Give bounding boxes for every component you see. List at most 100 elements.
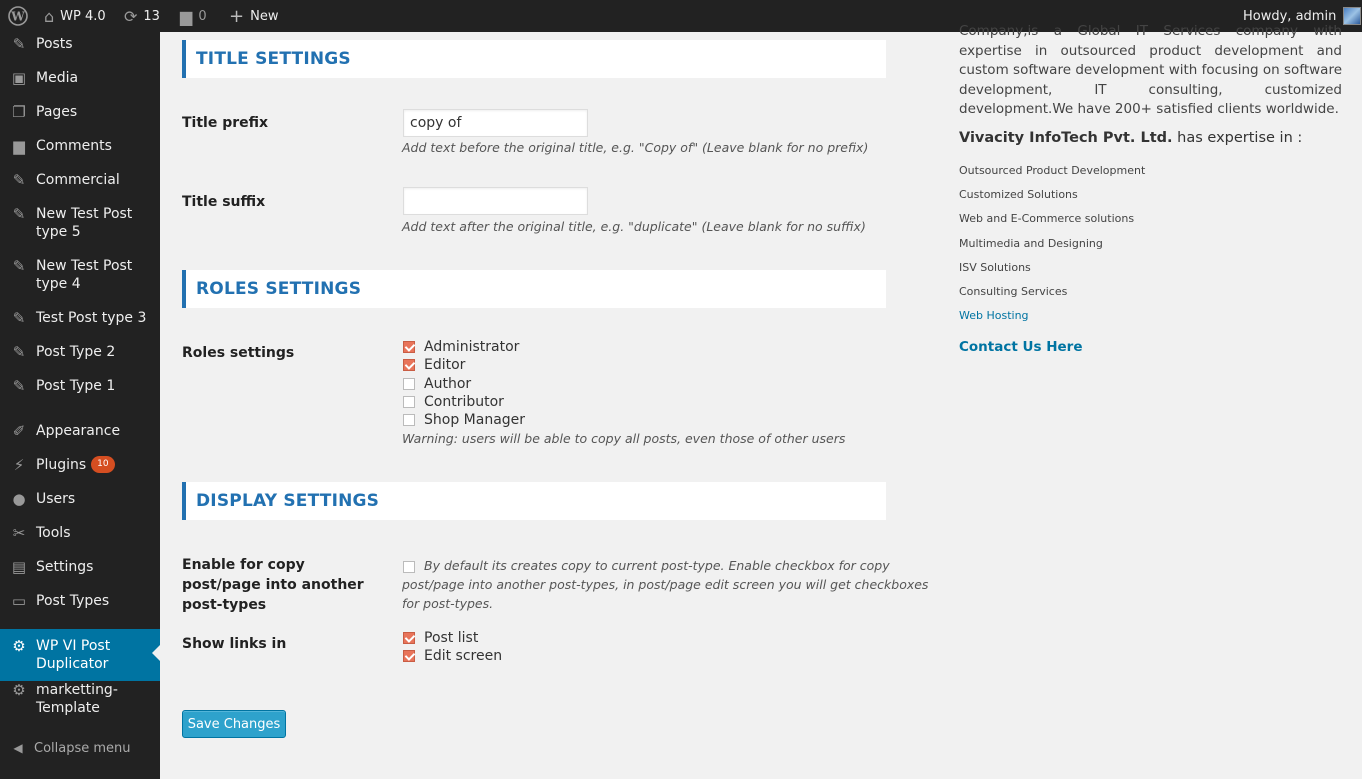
gear-icon: ⚙	[12, 681, 26, 699]
pages-icon: ❐	[12, 103, 26, 121]
sidebar-item-wp-vi-post-duplicator[interactable]: ⚙ WP VI Post Duplicator	[0, 629, 160, 681]
contributor-label: Contributor	[424, 393, 504, 410]
post-list-checkbox[interactable]	[403, 632, 415, 644]
updates-count: 13	[143, 8, 160, 24]
comment-bubble-icon: ▆	[180, 6, 193, 26]
roles-settings-header: ROLES SETTINGS	[182, 270, 886, 308]
sidebar-item-label: Appearance	[36, 423, 121, 439]
title-settings-header: TITLE SETTINGS	[182, 40, 886, 78]
author-label: Author	[424, 375, 472, 392]
sidebar-item-label: Tools	[36, 525, 71, 541]
sidebar-item-comments[interactable]: ▆ Comments	[0, 137, 160, 171]
service-item: Web and E-Commerce solutions	[959, 212, 1135, 226]
pin-icon: ✎	[12, 35, 26, 53]
sidebar-item-label: Test Post type 3	[36, 310, 147, 326]
plus-icon: +	[229, 5, 245, 27]
shop-manager-option[interactable]: Shop Manager	[403, 411, 525, 429]
expertise-text: has expertise in :	[1172, 130, 1303, 146]
plugins-update-badge: 10	[91, 456, 115, 473]
sidebar-item-media[interactable]: ▣ Media	[0, 69, 160, 103]
edit-screen-checkbox[interactable]	[403, 650, 415, 663]
administrator-label: Administrator	[424, 339, 520, 355]
save-changes-button[interactable]: Save Changes	[182, 710, 286, 738]
svg-text:W: W	[10, 10, 25, 24]
pin-icon: ✎	[12, 377, 26, 395]
avatar	[1343, 7, 1362, 25]
collapse-menu-button[interactable]: ◀ Collapse menu	[0, 741, 160, 761]
enable-copy-label: Enable for copy post/page into another p…	[182, 557, 364, 613]
sidebar-item-label: Users	[36, 491, 76, 507]
sidebar-item-posts[interactable]: ✎ Posts	[0, 35, 160, 69]
comments-link[interactable]: ▆ 0	[180, 0, 207, 32]
updates-link[interactable]: ⟳ 13	[124, 0, 160, 32]
service-item: Multimedia and Designing	[959, 236, 1103, 250]
show-links-label: Show links in	[182, 636, 287, 652]
shop-manager-label: Shop Manager	[424, 412, 526, 429]
sidebar-item-appearance[interactable]: ✐ Appearance	[0, 422, 160, 456]
home-icon: ⌂	[44, 6, 55, 26]
services-list: Outsourced Product Development Customized…	[959, 162, 1145, 331]
display-settings-header: DISPLAY SETTINGS	[182, 482, 886, 520]
sidebar-item-label: Post Type 1	[36, 378, 116, 394]
sidebar-item-label: Posts	[36, 36, 73, 52]
service-item: Customized Solutions	[959, 188, 1078, 202]
display-settings-heading: DISPLAY SETTINGS	[196, 491, 380, 511]
plug-icon: ⚡	[13, 456, 25, 474]
edit-screen-label: Edit screen	[424, 648, 503, 665]
sidebar-item-pages[interactable]: ❐ Pages	[0, 103, 160, 137]
screen-icon: ▭	[11, 592, 27, 610]
current-menu-arrow	[152, 645, 160, 661]
sidebar-item-post-type-1[interactable]: ✎ Post Type 1	[0, 377, 160, 411]
editor-checkbox[interactable]	[403, 359, 415, 372]
sidebar-item-plugins[interactable]: ⚡ Plugins 10	[0, 456, 160, 490]
wordpress-logo-icon[interactable]: W	[8, 0, 28, 32]
pin-icon: ✎	[12, 309, 26, 327]
title-suffix-description: Add text after the original title, e.g. …	[402, 219, 866, 234]
administrator-option[interactable]: Administrator	[403, 338, 519, 356]
user-icon: ●	[12, 490, 26, 508]
collapse-arrow-icon: ◀	[13, 741, 23, 755]
sidebar-item-label: Post Types	[36, 593, 110, 609]
sidebar-item-post-type-2[interactable]: ✎ Post Type 2	[0, 343, 160, 377]
service-item: ISV Solutions	[959, 260, 1031, 274]
sidebar-item-label: Media	[36, 70, 79, 86]
comments-count: 0	[198, 8, 207, 24]
sidebar-item-commercial[interactable]: ✎ Commercial	[0, 171, 160, 205]
contributor-checkbox[interactable]	[403, 395, 415, 408]
author-checkbox[interactable]	[403, 377, 415, 390]
comment-icon: ▆	[13, 137, 25, 155]
sidebar-item-settings[interactable]: ▤ Settings	[0, 558, 160, 592]
service-item[interactable]: Web Hosting	[959, 307, 1145, 331]
sidebar-item-marketting-template[interactable]: ⚙ marketting-Template	[0, 681, 160, 733]
administrator-checkbox[interactable]	[403, 341, 415, 353]
sidebar-item-new-test-post-type-4[interactable]: ✎ New Test Post type 4	[0, 257, 160, 309]
sidebar-item-label: Comments	[36, 138, 112, 154]
title-suffix-input[interactable]	[403, 187, 588, 215]
shop-manager-checkbox[interactable]	[403, 414, 415, 427]
roles-settings-heading: ROLES SETTINGS	[196, 279, 362, 299]
new-label: New	[250, 8, 279, 24]
contact-us-link[interactable]: Contact Us Here	[959, 339, 1082, 355]
sidebar-item-new-test-post-type-5[interactable]: ✎ New Test Post type 5	[0, 205, 160, 257]
post-list-option[interactable]: Post list	[403, 629, 478, 647]
sidebar-item-label: Commercial	[36, 172, 120, 188]
sidebar-item-post-types[interactable]: ▭ Post Types	[0, 592, 160, 626]
sidebar-item-users[interactable]: ● Users	[0, 490, 160, 524]
site-name-link[interactable]: ⌂ WP 4.0	[44, 0, 106, 32]
sidebar-item-test-post-type-3[interactable]: ✎ Test Post type 3	[0, 309, 160, 343]
sidebar-item-label: New Test Post type 4	[36, 258, 133, 292]
editor-option[interactable]: Editor	[403, 356, 465, 374]
sidebar-item-tools[interactable]: ✂ Tools	[0, 524, 160, 558]
author-option[interactable]: Author	[403, 375, 471, 393]
new-content-link[interactable]: + New	[229, 0, 278, 32]
sliders-icon: ▤	[11, 558, 27, 576]
title-prefix-description: Add text before the original title, e.g.…	[402, 140, 869, 155]
wrench-icon: ✂	[12, 524, 26, 542]
service-item: Consulting Services	[959, 284, 1068, 298]
title-suffix-label: Title suffix	[182, 194, 266, 210]
sidebar-item-label: New Test Post type 5	[36, 206, 133, 240]
title-settings-heading: TITLE SETTINGS	[196, 49, 351, 69]
edit-screen-option[interactable]: Edit screen	[403, 647, 502, 665]
title-prefix-input[interactable]	[403, 109, 588, 137]
contributor-option[interactable]: Contributor	[403, 393, 504, 411]
